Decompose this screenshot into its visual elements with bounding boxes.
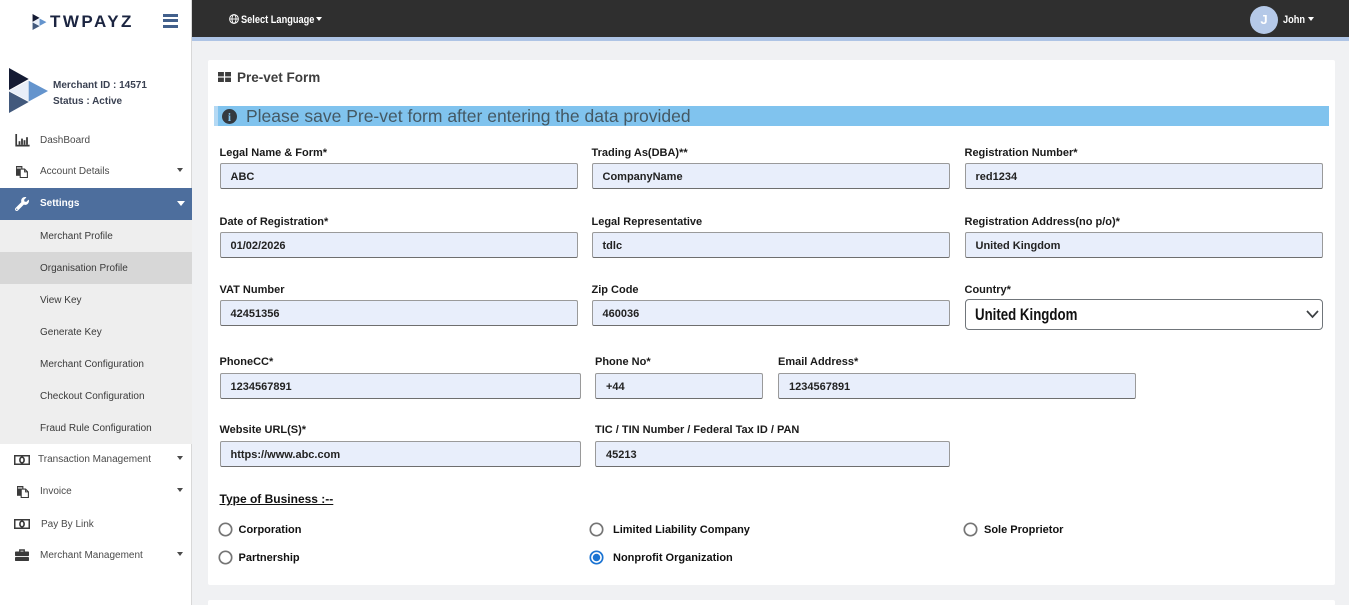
svg-text:i: i [228, 112, 231, 124]
